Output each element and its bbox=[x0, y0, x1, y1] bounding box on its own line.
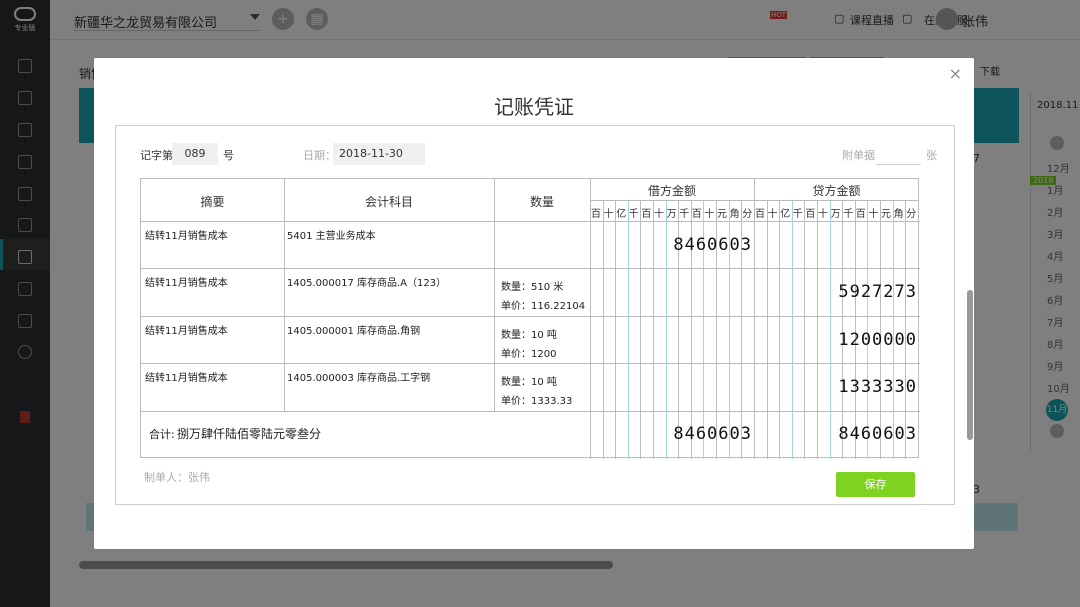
modal-title: 记账凭证 bbox=[494, 95, 574, 119]
voucher-table: 摘要 会计科目 数量 借方金额 贷方金额 百十亿千百十万千百十元角分百十亿千百十… bbox=[140, 178, 920, 459]
attach-suffix: 张 bbox=[926, 149, 937, 162]
summary-cell[interactable]: 结转11月销售成本 bbox=[145, 227, 228, 242]
debit-digit-unit: 千 bbox=[679, 209, 690, 220]
debit-digit-unit: 百 bbox=[591, 209, 601, 220]
header-summary: 摘要 bbox=[200, 195, 225, 209]
credit-digit-unit: 分 bbox=[906, 209, 917, 220]
voucher-prefix: 记字第 bbox=[140, 149, 173, 162]
credit-digit-unit: 万 bbox=[830, 209, 841, 220]
credit-digit-unit: 元 bbox=[881, 209, 891, 220]
credit-digit-unit: 千 bbox=[843, 209, 854, 220]
attach-label: 附单据 bbox=[842, 149, 875, 162]
credit-digit-unit: 百 bbox=[755, 209, 765, 220]
debit-digit-unit: 分 bbox=[742, 209, 753, 220]
close-icon[interactable]: × bbox=[949, 64, 962, 83]
col-line bbox=[754, 179, 755, 459]
voucher-modal: × 记账凭证 记字第 089 号 日期： 2018-11-30 附单据 张 摘要… bbox=[94, 58, 974, 549]
account-cell[interactable]: 5401 主营业务成本 bbox=[287, 227, 376, 242]
vertical-scrollbar[interactable] bbox=[967, 290, 973, 440]
debit-digit-unit: 十 bbox=[603, 209, 614, 220]
header-credit: 贷方金额 bbox=[812, 184, 861, 198]
debit-digit-unit: 百 bbox=[691, 209, 702, 220]
credit-amount: 1333330 bbox=[838, 377, 917, 397]
row-line bbox=[141, 411, 920, 412]
credit-amount: 5927273 bbox=[838, 282, 917, 302]
summary-cell[interactable]: 结转11月销售成本 bbox=[145, 322, 228, 337]
credit-digit-unit: 百 bbox=[855, 209, 866, 220]
quantity-cell[interactable]: 数量：510 米 bbox=[501, 278, 563, 293]
header-quantity: 数量 bbox=[529, 195, 554, 209]
voucher-suffix: 号 bbox=[223, 149, 234, 162]
attach-input[interactable] bbox=[876, 143, 921, 165]
account-cell[interactable]: 1405.000001 库存商品.角钢 bbox=[287, 322, 420, 337]
credit-amount: 1200000 bbox=[838, 330, 917, 350]
debit-digit-unit: 亿 bbox=[616, 209, 627, 220]
col-line bbox=[494, 179, 495, 411]
voucher-no-input[interactable]: 089 bbox=[172, 143, 218, 165]
debit-digit-unit: 元 bbox=[717, 209, 727, 220]
credit-digit-unit: 百 bbox=[805, 209, 816, 220]
total-label: 合计: bbox=[149, 428, 175, 441]
debit-digit-unit: 万 bbox=[666, 209, 677, 220]
debit-digit-unit: 千 bbox=[628, 209, 639, 220]
date-label: 日期： bbox=[303, 149, 336, 162]
price-cell[interactable]: 单价：116.22104 bbox=[501, 297, 585, 312]
row-line bbox=[141, 268, 920, 269]
save-button[interactable]: 保存 bbox=[836, 472, 915, 497]
header-account: 会计科目 bbox=[364, 195, 413, 209]
quantity-cell[interactable]: 数量：10 吨 bbox=[501, 373, 557, 388]
quantity-cell[interactable]: 数量：10 吨 bbox=[501, 326, 557, 341]
credit-digit-unit: 千 bbox=[792, 209, 803, 220]
col-line bbox=[590, 179, 591, 459]
credit-digit-unit: 十 bbox=[818, 209, 828, 220]
maker-label: 制单人：张伟 bbox=[144, 471, 210, 484]
row-line bbox=[141, 316, 920, 317]
debit-digit-unit: 十 bbox=[704, 209, 715, 220]
row-line bbox=[141, 363, 920, 364]
date-input[interactable]: 2018-11-30 bbox=[333, 143, 425, 165]
credit-digit-unit: 十 bbox=[767, 209, 778, 220]
debit-digit-unit: 角 bbox=[729, 209, 740, 220]
row-line bbox=[141, 221, 920, 222]
debit-amount: 8460603 bbox=[673, 235, 752, 255]
price-cell[interactable]: 单价：1200 bbox=[501, 345, 556, 360]
account-cell[interactable]: 1405.000017 库存商品.A（123） bbox=[287, 274, 446, 289]
debit-digit-unit: 十 bbox=[654, 209, 664, 220]
credit-digit-unit: 亿 bbox=[780, 209, 791, 220]
voucher-panel: 记字第 089 号 日期： 2018-11-30 附单据 张 摘要 会计科目 数… bbox=[115, 125, 973, 505]
credit-digit-unit: 十 bbox=[868, 209, 879, 220]
header-debit: 借方金额 bbox=[647, 184, 696, 198]
debit-digit-unit: 百 bbox=[641, 209, 652, 220]
account-cell[interactable]: 1405.000003 库存商品.工字钢 bbox=[287, 369, 430, 384]
total-words: 捌万肆仟陆佰零陆元零叁分 bbox=[177, 427, 322, 441]
summary-cell[interactable]: 结转11月销售成本 bbox=[145, 369, 228, 384]
col-line bbox=[284, 179, 285, 411]
price-cell[interactable]: 单价：1333.33 bbox=[501, 392, 572, 407]
credit-digit-unit: 角 bbox=[893, 209, 904, 220]
total-credit: 8460603 bbox=[838, 424, 917, 444]
total-debit: 8460603 bbox=[673, 424, 752, 444]
summary-cell[interactable]: 结转11月销售成本 bbox=[145, 274, 228, 289]
